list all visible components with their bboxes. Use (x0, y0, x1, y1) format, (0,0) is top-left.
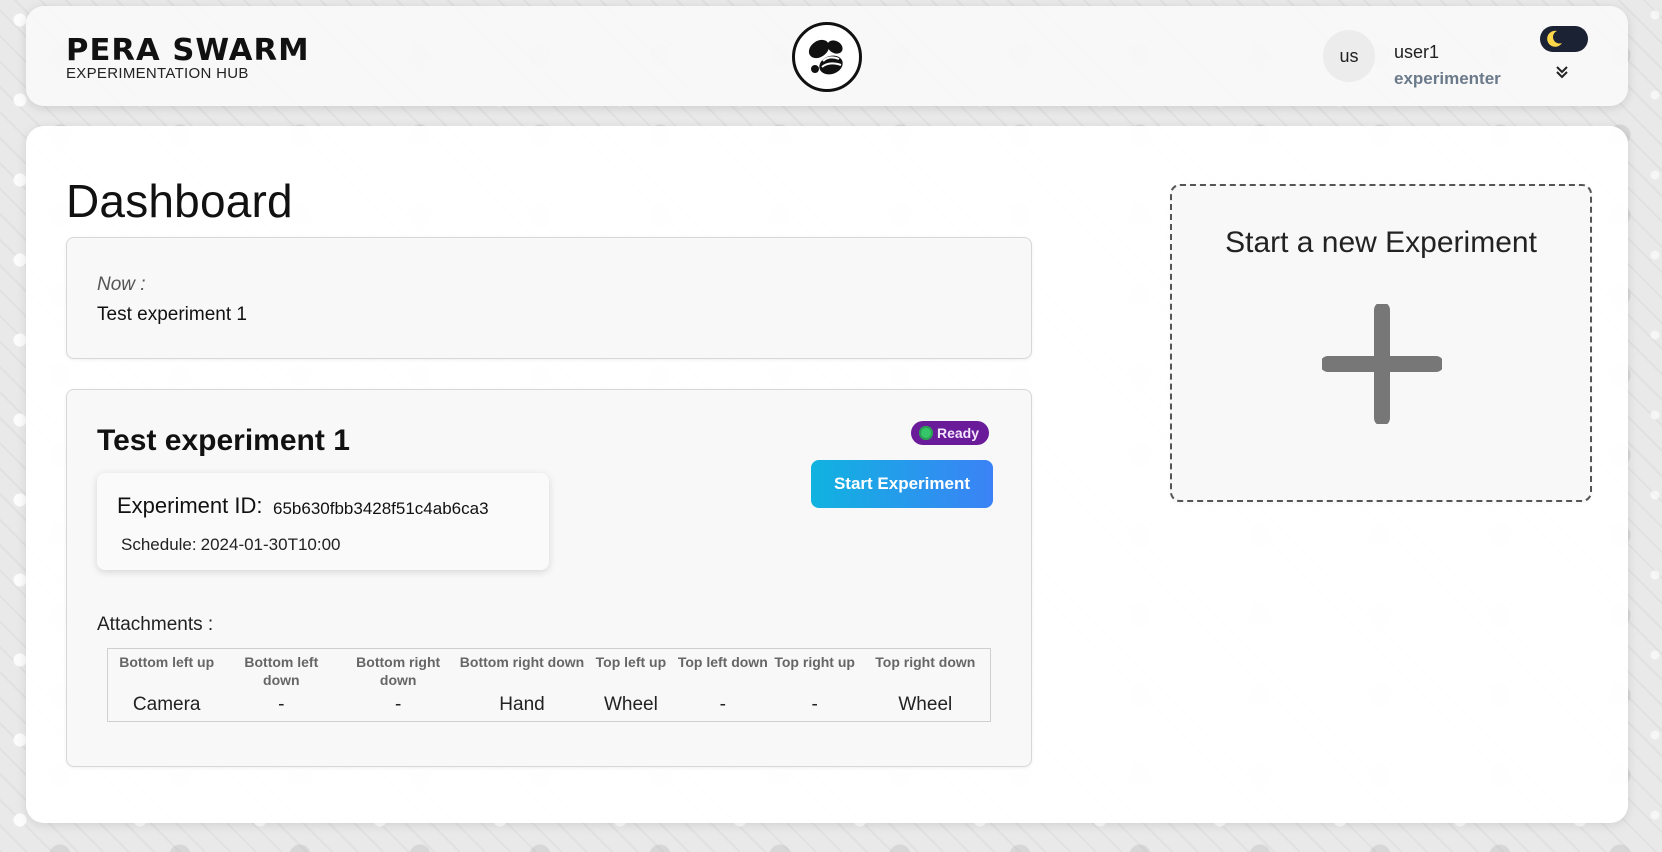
table-row: Camera - - Hand Wheel - - Wheel (108, 693, 991, 722)
now-value: Test experiment 1 (97, 304, 247, 325)
table-cell: Wheel (603, 693, 658, 715)
brand-subtitle: EXPERIMENTATION HUB (66, 65, 249, 82)
attachments-label: Attachments : (97, 614, 214, 635)
experiment-title: Test experiment 1 (97, 424, 350, 457)
table-header-cell: Top right up (774, 654, 855, 670)
table-header-cell: Bottom right down (356, 654, 441, 688)
table-cell: Hand (499, 693, 545, 715)
theme-toggle[interactable] (1540, 26, 1588, 52)
table-cell: - (278, 693, 285, 715)
user-name: user1 (1394, 42, 1440, 62)
top-header: PERA SWARM EXPERIMENTATION HUB us user1 … (26, 6, 1628, 106)
status-badge: Ready (911, 421, 990, 445)
schedule: Schedule: 2024-01-30T10:00 (117, 535, 341, 555)
table-header-row: Bottom left up Bottom left down Bottom r… (108, 649, 991, 693)
table-cell: Camera (132, 693, 201, 715)
attachments-table: Bottom left up Bottom left down Bottom r… (107, 648, 991, 722)
start-experiment-button[interactable]: Start Experiment (811, 460, 993, 508)
table-cell: Wheel (898, 693, 953, 715)
table-cell: - (811, 693, 818, 715)
status-label: Ready (937, 425, 980, 441)
table-header-cell: Bottom right down (459, 654, 585, 670)
brand-name: PERA SWARM (66, 33, 310, 68)
main-panel: Dashboard Now : Test experiment 1 Test e… (26, 126, 1628, 823)
experiment-card: Test experiment 1 Ready Start Experiment… (66, 389, 1032, 767)
bee-icon[interactable] (792, 22, 862, 92)
table-header-cell: Bottom left down (244, 654, 319, 688)
table-cell: - (395, 693, 402, 715)
page-title: Dashboard (66, 175, 293, 227)
user-role: experimenter (1394, 69, 1501, 88)
table-header-cell: Top left up (595, 654, 667, 670)
double-chevron-down-icon[interactable] (1554, 64, 1570, 85)
avatar[interactable]: us (1323, 30, 1375, 82)
brand-logo[interactable]: PERA SWARM EXPERIMENTATION HUB (66, 36, 309, 82)
experiment-id-label: Experiment ID: (117, 493, 263, 518)
experiment-id-value: 65b630fbb3428f51c4ab6ca3 (273, 499, 489, 518)
new-experiment-title: Start a new Experiment (1225, 226, 1537, 259)
moon-icon (1543, 28, 1565, 55)
table-header-cell: Top left down (677, 654, 768, 670)
new-experiment-card[interactable]: Start a new Experiment (1170, 184, 1592, 502)
now-label: Now : (97, 274, 146, 295)
table-cell: - (719, 693, 726, 715)
status-dot-icon (919, 426, 933, 440)
experiment-info-box: Experiment ID: 65b630fbb3428f51c4ab6ca3 … (97, 473, 549, 570)
plus-icon[interactable] (1320, 302, 1444, 429)
now-card: Now : Test experiment 1 (66, 237, 1032, 359)
table-header-cell: Top right down (875, 654, 976, 670)
schedule-label: Schedule: (121, 535, 197, 554)
schedule-value: 2024-01-30T10:00 (200, 535, 341, 554)
table-header-cell: Bottom left up (119, 654, 215, 670)
